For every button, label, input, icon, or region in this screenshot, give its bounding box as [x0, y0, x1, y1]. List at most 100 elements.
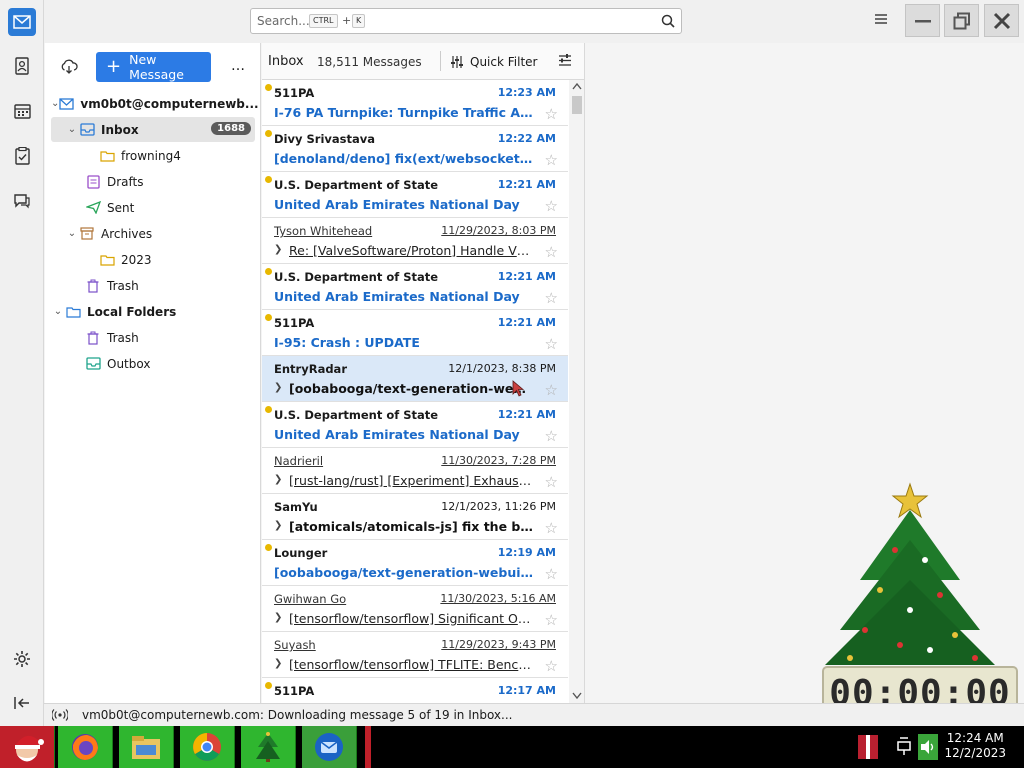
unread-dot-icon: [265, 544, 272, 551]
tray-icon[interactable]: [857, 734, 879, 763]
online-status-icon[interactable]: [52, 709, 68, 721]
settings-button[interactable]: [8, 645, 36, 673]
message-row[interactable]: Tyson Whitehead 11/29/2023, 8:03 PM ❯ Re: […: [262, 218, 568, 264]
network-tray-button[interactable]: [896, 736, 912, 759]
message-row-selected[interactable]: EntryRadar 12/1/2023, 8:38 PM ❯ [oobabooga/…: [262, 356, 568, 402]
app-menu-button[interactable]: [874, 13, 888, 28]
tasks-button[interactable]: [8, 142, 36, 170]
message-row[interactable]: Nadrieril 11/30/2023, 7:28 PM ❯ [rust-lang/…: [262, 448, 568, 494]
folder-frowning4[interactable]: frowning4: [51, 143, 255, 168]
collapse-rail-button[interactable]: [8, 689, 36, 717]
chevron-down-icon[interactable]: ⌄: [65, 228, 79, 239]
star-icon[interactable]: ☆: [545, 565, 558, 583]
folder-2023[interactable]: 2023: [51, 247, 255, 272]
taskbar-chrome[interactable]: [180, 726, 235, 768]
start-button[interactable]: [0, 726, 55, 768]
quick-filter-label: Quick Filter: [470, 55, 538, 69]
mail-space-button[interactable]: [8, 8, 36, 36]
account-row[interactable]: ⌄ vm0b0t@computernewb...: [51, 91, 259, 116]
taskbar-thunderbird[interactable]: [302, 726, 357, 768]
chevron-right-icon[interactable]: ❯: [274, 612, 282, 623]
volume-tray-button[interactable]: [918, 734, 938, 760]
frowning4-label: frowning4: [121, 148, 181, 163]
scroll-down-icon[interactable]: [572, 692, 582, 699]
star-icon[interactable]: ☆: [545, 473, 558, 491]
folder-outbox[interactable]: Outbox: [51, 351, 255, 376]
star-icon[interactable]: ☆: [545, 519, 558, 537]
star-icon[interactable]: ☆: [545, 243, 558, 261]
message-row[interactable]: Suyash 11/29/2023, 9:43 PM ❯ [tensorflow/te…: [262, 632, 568, 678]
calendar-button[interactable]: [8, 97, 36, 125]
chevron-down-icon[interactable]: ⌄: [51, 306, 65, 317]
new-message-button[interactable]: + New Message: [96, 52, 211, 82]
folder-inbox[interactable]: ⌄ Inbox 1688: [51, 117, 255, 142]
mouse-cursor-icon: [512, 380, 525, 397]
message-date: 12:19 AM: [497, 546, 556, 559]
archives-label: Archives: [101, 226, 153, 241]
star-icon[interactable]: ☆: [545, 381, 558, 399]
chevron-right-icon[interactable]: ❯: [274, 244, 282, 255]
chat-button[interactable]: [8, 187, 36, 215]
chevron-right-icon[interactable]: ❯: [274, 658, 282, 669]
star-icon[interactable]: ☆: [545, 657, 558, 675]
star-icon[interactable]: ☆: [545, 197, 558, 215]
star-icon[interactable]: ☆: [545, 289, 558, 307]
outbox-icon: [85, 357, 101, 371]
message-row[interactable]: 511PA 12:17 AM: [262, 678, 568, 703]
star-icon[interactable]: ☆: [545, 335, 558, 353]
message-subject: [oobabooga/text-generation-webui] Gal...: [274, 565, 534, 580]
chevron-right-icon[interactable]: ❯: [274, 474, 282, 485]
folder-sent[interactable]: Sent: [51, 195, 255, 220]
close-button[interactable]: [984, 4, 1019, 37]
search-input[interactable]: Search... CTRL + K: [250, 8, 682, 34]
folder-trash[interactable]: Trash: [51, 273, 255, 298]
chevron-down-icon[interactable]: ⌄: [51, 98, 59, 109]
message-row[interactable]: Divy Srivastava 12:22 AM [denoland/deno] f…: [262, 126, 568, 172]
trash-icon: [85, 279, 101, 293]
minimize-icon: [914, 19, 931, 22]
message-row[interactable]: 511PA 12:21 AM I-95: Crash : UPDATE ☆: [262, 310, 568, 356]
cloud-download-icon: [61, 59, 78, 74]
folder-local-trash[interactable]: Trash: [51, 325, 255, 350]
star-icon[interactable]: ☆: [545, 427, 558, 445]
taskbar-file-explorer[interactable]: [119, 726, 174, 768]
scroll-up-icon[interactable]: [572, 83, 582, 90]
message-from: 511PA: [274, 684, 315, 698]
folder-archives[interactable]: ⌄ Archives: [51, 221, 255, 246]
folder-pane: + New Message … ⌄ vm0b0t@computernewb...…: [45, 43, 261, 703]
taskbar-clock[interactable]: 12:24 AM 12/2/2023: [944, 731, 1006, 761]
message-row[interactable]: 511PA 12:23 AM I-76 PA Turnpike: Turnpike …: [262, 80, 568, 126]
calendar-icon: [13, 104, 31, 119]
message-from: 511PA: [274, 316, 315, 330]
get-messages-button[interactable]: [60, 59, 78, 78]
chevron-down-icon[interactable]: ⌄: [65, 124, 79, 135]
folder-icon: [99, 149, 115, 163]
message-list-scrollbar[interactable]: [569, 80, 584, 703]
local-folders-row[interactable]: ⌄ Local Folders: [51, 299, 255, 324]
star-icon[interactable]: ☆: [545, 151, 558, 169]
shortcut-k: K: [352, 14, 366, 28]
star-icon[interactable]: ☆: [545, 611, 558, 629]
star-icon[interactable]: ☆: [545, 105, 558, 123]
message-row[interactable]: U.S. Department of State 12:21 AM United A…: [262, 264, 568, 310]
message-row[interactable]: U.S. Department of State 12:21 AM United A…: [262, 402, 568, 448]
more-button[interactable]: …: [231, 58, 246, 74]
folder-drafts[interactable]: Drafts: [51, 169, 255, 194]
display-options-button[interactable]: [558, 54, 572, 70]
taskbar-firefox[interactable]: [58, 726, 113, 768]
scrollbar-thumb[interactable]: [572, 96, 582, 114]
chevron-right-icon[interactable]: ❯: [274, 382, 282, 393]
message-row[interactable]: SamYu 12/1/2023, 11:26 PM ❯ [atomicals/atom…: [262, 494, 568, 540]
minimize-button[interactable]: [905, 4, 940, 37]
chevron-right-icon[interactable]: ❯: [274, 520, 282, 531]
network-icon: [897, 737, 911, 755]
address-book-button[interactable]: [8, 52, 36, 80]
quick-filter-button[interactable]: Quick Filter: [450, 55, 537, 69]
search-icon[interactable]: [661, 14, 675, 28]
unread-count-badge: 1688: [211, 122, 251, 135]
restore-button[interactable]: [944, 4, 979, 37]
message-row[interactable]: Lounger 12:19 AM [oobabooga/text-generatio…: [262, 540, 568, 586]
message-row[interactable]: U.S. Department of State 12:21 AM United A…: [262, 172, 568, 218]
message-row[interactable]: Gwihwan Go 11/30/2023, 5:16 AM ❯ [tensorflo…: [262, 586, 568, 632]
taskbar-tree-app[interactable]: [241, 726, 296, 768]
